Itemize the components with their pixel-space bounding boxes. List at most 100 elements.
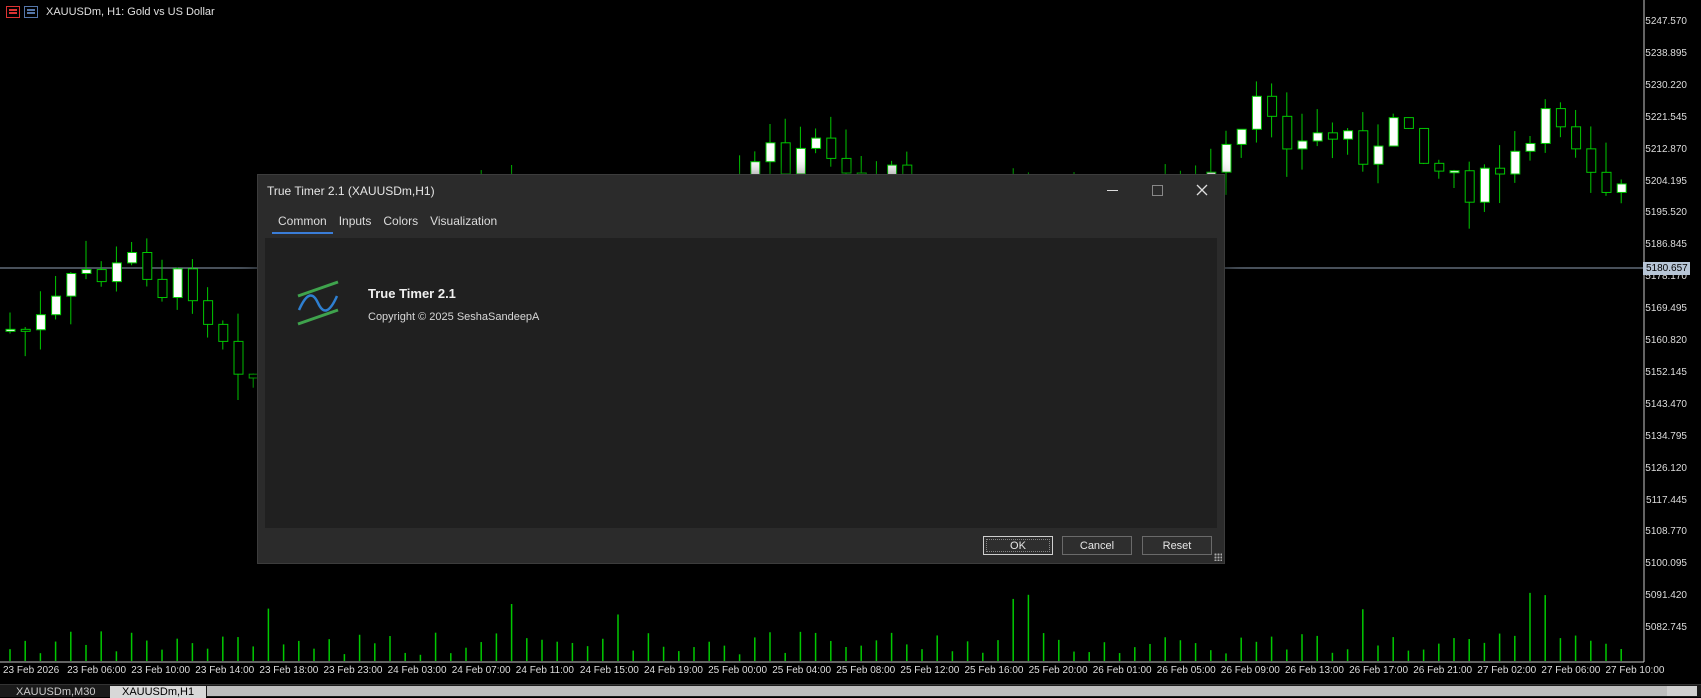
time-tick-label: 27 Feb 06:00: [1541, 665, 1601, 676]
time-tick-label: 26 Feb 09:00: [1220, 665, 1280, 676]
price-tick-label: 5152.145: [1645, 366, 1687, 378]
time-tick-label: 27 Feb 02:00: [1477, 665, 1537, 676]
candle-body: [96, 269, 107, 283]
candle-body: [841, 157, 852, 174]
price-tick-label: 5204.195: [1645, 175, 1687, 187]
common-tab-panel: True Timer 2.1 Copyright © 2025 SeshaSan…: [265, 238, 1217, 528]
candle-body: [1251, 95, 1262, 130]
dialog-tabs: Common Inputs Colors Visualization: [272, 214, 503, 234]
price-tick-label: 5117.445: [1646, 494, 1687, 506]
candle-body: [1373, 145, 1384, 165]
price-tick-label: 5100.095: [1645, 558, 1687, 570]
price-tick-label: 5091.420: [1645, 590, 1687, 602]
chart-tab-m30[interactable]: XAUUSDm,M30: [4, 686, 107, 698]
candle-body: [66, 272, 77, 297]
time-tick-label: 25 Feb 16:00: [964, 665, 1024, 676]
candle-body: [1495, 167, 1506, 175]
candle-body: [1449, 170, 1460, 174]
maximize-icon[interactable]: [1137, 179, 1177, 201]
candle-body: [1312, 132, 1323, 142]
dialog-title: True Timer 2.1 (XAUUSDm,H1): [267, 184, 435, 198]
tab-colors[interactable]: Colors: [377, 214, 424, 234]
candle-body: [51, 295, 62, 316]
time-tick-label: 26 Feb 17:00: [1349, 665, 1409, 676]
price-tick-label: 5160.820: [1645, 335, 1687, 346]
candle-body: [81, 269, 92, 274]
time-tick-label: 26 Feb 21:00: [1413, 665, 1473, 676]
candle-body: [111, 262, 122, 283]
time-tick-label: 23 Feb 2026: [3, 665, 60, 676]
cancel-button[interactable]: Cancel: [1062, 536, 1132, 555]
price-tick-label: 5082.745: [1645, 622, 1687, 634]
candle-body: [1267, 95, 1278, 117]
candle-body: [157, 278, 168, 299]
candle-body: [1221, 143, 1232, 173]
tab-common[interactable]: Common: [272, 214, 333, 234]
candle-body: [233, 340, 244, 375]
candle-body: [765, 142, 776, 163]
candle-body: [1434, 162, 1445, 172]
price-tick-label: 5230.220: [1645, 79, 1687, 91]
reset-button[interactable]: Reset: [1142, 536, 1212, 555]
candle-body: [780, 142, 791, 175]
time-tick-label: 26 Feb 13:00: [1285, 665, 1344, 676]
price-tick-label: 5134.795: [1645, 430, 1687, 442]
candle-body: [35, 314, 46, 331]
candle-body: [1510, 150, 1521, 175]
candle-body: [1282, 115, 1293, 150]
time-tick-label: 24 Feb 11:00: [515, 665, 574, 676]
time-tick-label: 25 Feb 04:00: [772, 665, 832, 676]
candle-body: [1540, 108, 1551, 144]
candle-body: [1571, 126, 1582, 150]
chart-tabs-scrollbar[interactable]: [207, 686, 1667, 696]
candle-body: [1297, 140, 1308, 150]
candle-body: [218, 323, 229, 342]
tab-visualization[interactable]: Visualization: [424, 214, 503, 234]
price-tick-label: 5169.495: [1645, 303, 1687, 315]
ok-button[interactable]: OK: [983, 536, 1053, 555]
price-tick-label: 5108.770: [1645, 526, 1687, 538]
time-tick-label: 23 Feb 23:00: [323, 665, 383, 676]
candle-body: [1358, 130, 1369, 165]
time-tick-label: 25 Feb 00:00: [708, 665, 768, 676]
time-tick-label: 24 Feb 07:00: [451, 665, 511, 676]
scroll-right-button[interactable]: [1667, 686, 1697, 696]
chart-tab-h1[interactable]: XAUUSDm,H1: [110, 686, 207, 698]
one-click-trading-icon[interactable]: [6, 6, 20, 18]
minimize-icon[interactable]: [1092, 179, 1132, 201]
indicator-name: True Timer 2.1: [368, 286, 456, 301]
price-tick-label: 5186.845: [1645, 239, 1687, 251]
candle-body: [1479, 167, 1490, 203]
candle-body: [795, 147, 806, 175]
candle-body: [20, 328, 31, 332]
candle-body: [1525, 142, 1536, 152]
price-tick-label: 5247.570: [1645, 16, 1687, 27]
candle-body: [1403, 117, 1414, 129]
price-tick-label: 5212.870: [1645, 143, 1687, 155]
time-tick-label: 27 Feb 10:00: [1605, 665, 1665, 676]
time-tick-label: 25 Feb 20:00: [1028, 665, 1088, 676]
price-tick-label: 5221.545: [1645, 111, 1687, 123]
price-tick-label: 5238.895: [1645, 47, 1687, 59]
indicator-copyright: Copyright © 2025 SeshaSandeepA: [368, 311, 540, 323]
time-tick-label: 24 Feb 19:00: [644, 665, 703, 676]
price-tick-label: 5195.520: [1645, 207, 1687, 219]
time-tick-label: 25 Feb 12:00: [900, 665, 960, 676]
candle-body: [1586, 148, 1597, 173]
indicator-logo-icon: [297, 280, 339, 326]
price-tick-label: 5126.120: [1645, 462, 1687, 474]
chart-header: XAUUSDm, H1: Gold vs US Dollar: [6, 6, 215, 18]
chart-trade-icon[interactable]: [24, 6, 38, 18]
resize-grip-icon[interactable]: [1214, 553, 1222, 561]
candle-body: [203, 300, 214, 325]
close-icon[interactable]: [1182, 179, 1222, 201]
tab-inputs[interactable]: Inputs: [333, 214, 378, 234]
candle-body: [1616, 183, 1627, 193]
candle-body: [127, 252, 138, 264]
time-tick-label: 23 Feb 18:00: [259, 665, 319, 676]
candle-body: [1419, 127, 1430, 164]
candle-body: [187, 268, 198, 302]
time-tick-label: 26 Feb 01:00: [1092, 665, 1152, 676]
dialog-titlebar[interactable]: True Timer 2.1 (XAUUSDm,H1): [258, 175, 1224, 205]
candle-body: [5, 328, 16, 332]
